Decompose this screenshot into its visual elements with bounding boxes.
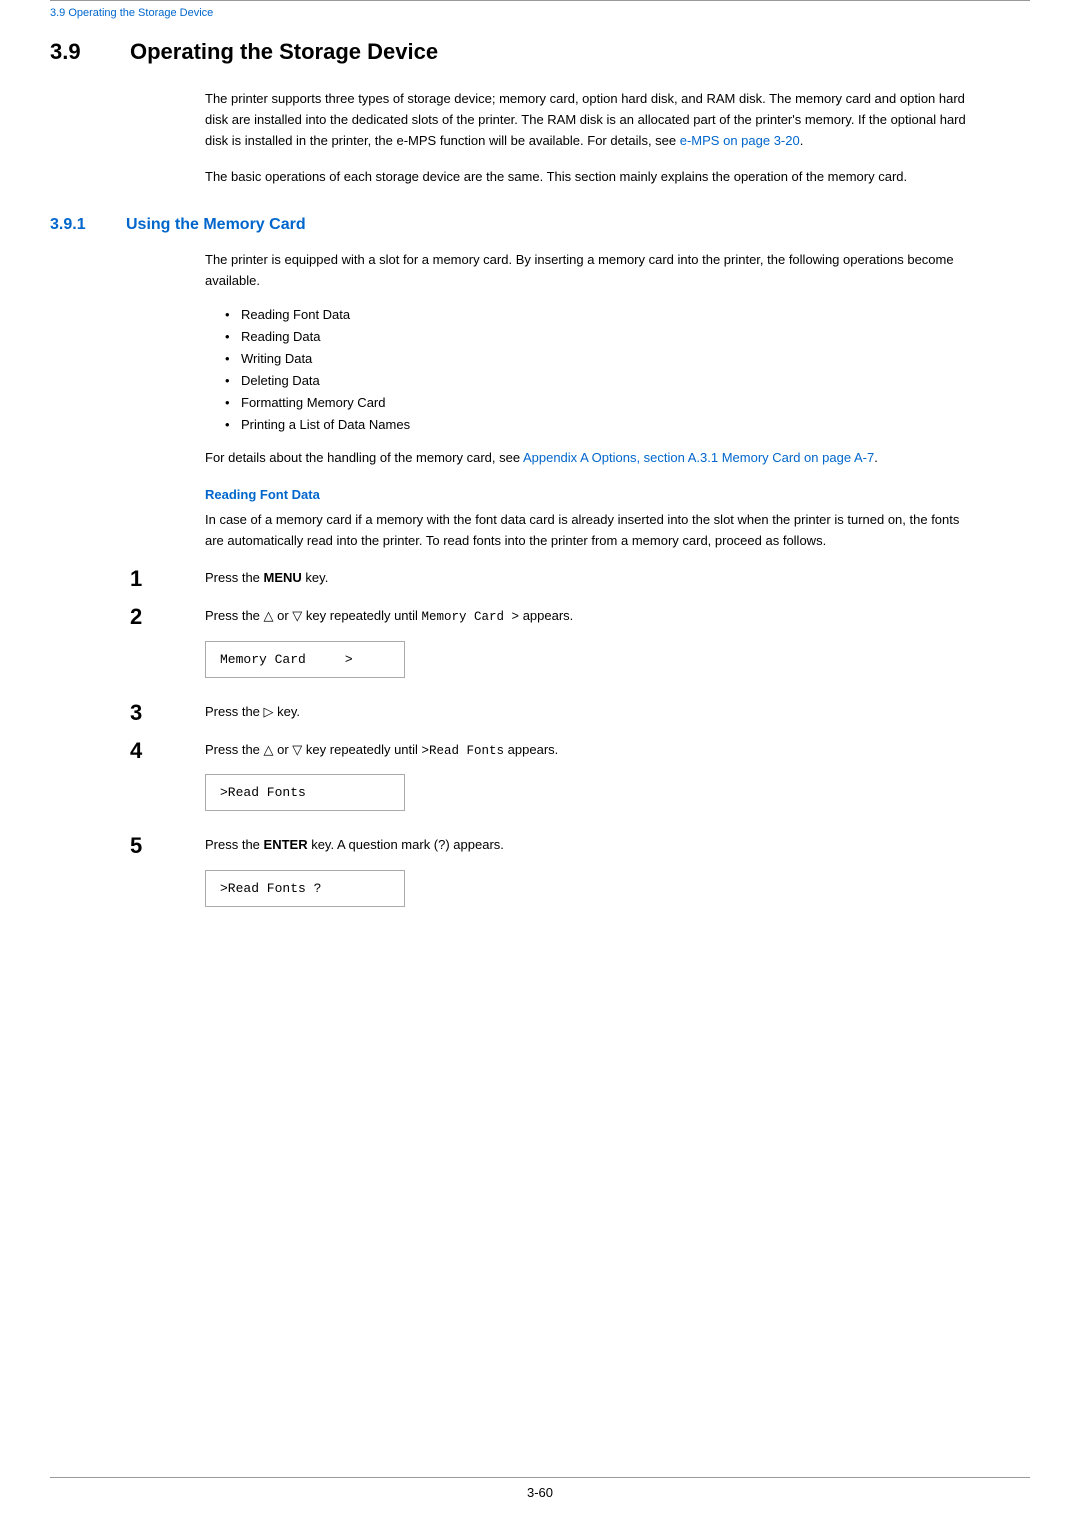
reading-font-data-intro: In case of a memory card if a memory wit… bbox=[205, 510, 970, 552]
step-5: 5 Press the ENTER key. A question mark (… bbox=[130, 831, 970, 859]
bottom-rule bbox=[50, 1477, 1030, 1478]
operations-list: Reading Font Data Reading Data Writing D… bbox=[225, 304, 970, 437]
details-text: For details about the handling of the me… bbox=[205, 448, 970, 469]
list-item: Printing a List of Data Names bbox=[225, 414, 970, 436]
list-item: Formatting Memory Card bbox=[225, 392, 970, 414]
intro-paragraph-2: The basic operations of each storage dev… bbox=[205, 167, 980, 188]
reading-font-data-heading: Reading Font Data bbox=[205, 487, 1030, 502]
step-5-number: 5 bbox=[130, 831, 205, 859]
section-heading: 3.9 Operating the Storage Device bbox=[50, 39, 1030, 65]
list-item: Reading Data bbox=[225, 326, 970, 348]
list-item: Deleting Data bbox=[225, 370, 970, 392]
step-3-text: Press the ▷ key. bbox=[205, 698, 970, 723]
sub-section-number: 3.9.1 bbox=[50, 216, 110, 234]
step-1: 1 Press the MENU key. bbox=[130, 564, 970, 592]
appendix-link[interactable]: Appendix A Options, section A.3.1 Memory… bbox=[523, 450, 874, 465]
emps-link[interactable]: e-MPS on page 3-20 bbox=[680, 133, 800, 148]
step-3-number: 3 bbox=[130, 698, 205, 726]
code-box-1-wrapper: Memory Card > bbox=[205, 641, 1030, 678]
section-number: 3.9 bbox=[50, 39, 110, 65]
page-container: 3.9 Operating the Storage Device 3.9 Ope… bbox=[0, 0, 1080, 1528]
code-box-3: >Read Fonts ? bbox=[205, 870, 405, 907]
step-5-text: Press the ENTER key. A question mark (?)… bbox=[205, 831, 970, 856]
subsection-intro: The printer is equipped with a slot for … bbox=[205, 250, 970, 292]
step-2-text: Press the △ or ▽ key repeatedly until Me… bbox=[205, 602, 970, 627]
code-box-3-wrapper: >Read Fonts ? bbox=[205, 870, 1030, 907]
step-2: 2 Press the △ or ▽ key repeatedly until … bbox=[130, 602, 970, 630]
step-4-number: 4 bbox=[130, 736, 205, 764]
code-box-1: Memory Card > bbox=[205, 641, 405, 678]
page-number: 3-60 bbox=[527, 1485, 553, 1500]
step-4: 4 Press the △ or ▽ key repeatedly until … bbox=[130, 736, 970, 764]
step-3: 3 Press the ▷ key. bbox=[130, 698, 970, 726]
code-box-2-wrapper: >Read Fonts bbox=[205, 774, 1030, 811]
intro-paragraph-1: The printer supports three types of stor… bbox=[205, 89, 980, 151]
step-1-number: 1 bbox=[130, 564, 205, 592]
page-footer: 3-60 bbox=[0, 1485, 1080, 1500]
main-content: 3.9 Operating the Storage Device The pri… bbox=[50, 29, 1030, 907]
step-4-text: Press the △ or ▽ key repeatedly until >R… bbox=[205, 736, 970, 761]
top-rule bbox=[50, 0, 1030, 7]
sub-section-heading: 3.9.1 Using the Memory Card bbox=[50, 216, 1030, 234]
list-item: Reading Font Data bbox=[225, 304, 970, 326]
step-2-number: 2 bbox=[130, 602, 205, 630]
step-1-text: Press the MENU key. bbox=[205, 564, 970, 589]
code-box-2: >Read Fonts bbox=[205, 774, 405, 811]
list-item: Writing Data bbox=[225, 348, 970, 370]
sub-section-title: Using the Memory Card bbox=[126, 216, 306, 234]
breadcrumb: 3.9 Operating the Storage Device bbox=[50, 7, 1030, 29]
section-title: Operating the Storage Device bbox=[130, 39, 438, 65]
